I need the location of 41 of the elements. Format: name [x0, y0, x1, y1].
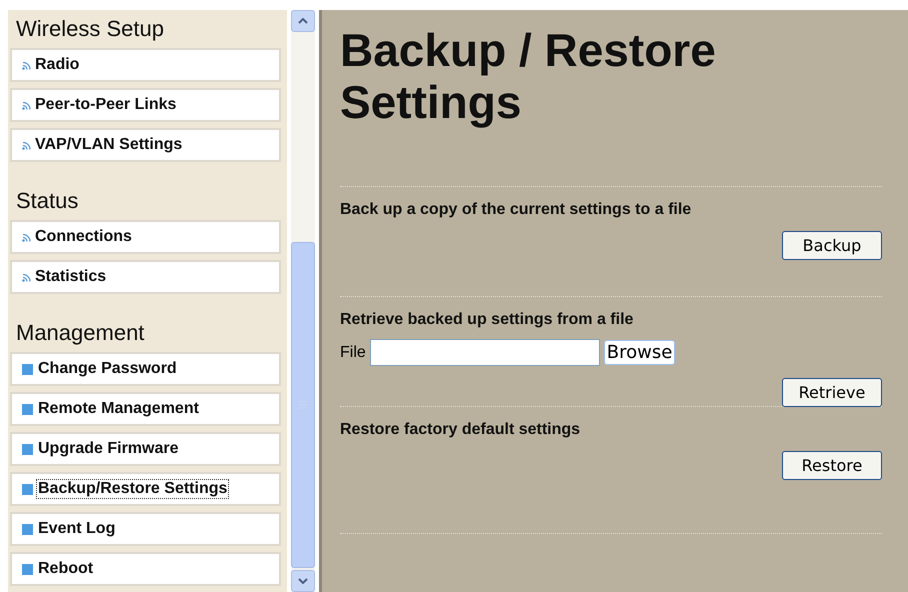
page-title: Backup / Restore Settings — [340, 24, 717, 128]
browse-button[interactable]: Browse — [604, 340, 676, 365]
scroll-thumb[interactable] — [291, 242, 315, 568]
square-bullet-icon — [22, 564, 33, 574]
wireless-icon — [22, 232, 31, 242]
action-button[interactable]: Restore — [782, 451, 882, 480]
sidebar-item[interactable]: Change Password — [10, 352, 282, 386]
action-button[interactable]: Backup — [782, 231, 882, 260]
section-heading: Status — [16, 188, 80, 214]
square-bullet-icon — [22, 364, 33, 374]
sidebar-item[interactable]: Remote Management — [10, 392, 282, 426]
sidebar-item[interactable]: Backup/Restore Settings — [10, 472, 282, 506]
sidebar-item[interactable]: Reboot — [10, 552, 282, 586]
action-button[interactable]: Retrieve — [782, 378, 882, 407]
section-heading: Management — [16, 320, 146, 346]
sidebar-item[interactable]: Statistics — [10, 260, 282, 294]
sidebar-item[interactable]: VAP/VLAN Settings — [10, 128, 282, 162]
section-heading: Wireless Setup — [16, 16, 165, 42]
square-bullet-icon — [22, 444, 33, 454]
scrollbar[interactable] — [291, 10, 315, 592]
scroll-up-button[interactable] — [291, 10, 315, 32]
section-heading: Back up a copy of the current settings to a file — [340, 201, 692, 219]
wireless-icon — [22, 140, 31, 150]
sidebar-item[interactable]: Connections — [10, 220, 282, 254]
wireless-icon — [22, 60, 31, 70]
sidebar-item[interactable]: Peer-to-Peer Links — [10, 88, 282, 122]
section-heading: Restore factory default settings — [340, 421, 582, 439]
sidebar-item[interactable]: Event Log — [10, 512, 282, 546]
square-bullet-icon — [22, 524, 33, 534]
scroll-down-button[interactable] — [291, 570, 315, 592]
wireless-icon — [22, 100, 31, 110]
square-bullet-icon — [22, 404, 33, 414]
section-heading: Retrieve backed up settings from a file — [340, 311, 634, 329]
sidebar-item[interactable]: Radio — [10, 48, 282, 82]
caret-down-icon — [298, 578, 308, 584]
caret-up-icon — [298, 18, 308, 24]
field-label: File — [340, 344, 366, 362]
file-field[interactable] — [370, 339, 600, 366]
wireless-icon — [22, 272, 31, 282]
square-bullet-icon — [22, 484, 33, 494]
sidebar-item[interactable]: Upgrade Firmware — [10, 432, 282, 466]
